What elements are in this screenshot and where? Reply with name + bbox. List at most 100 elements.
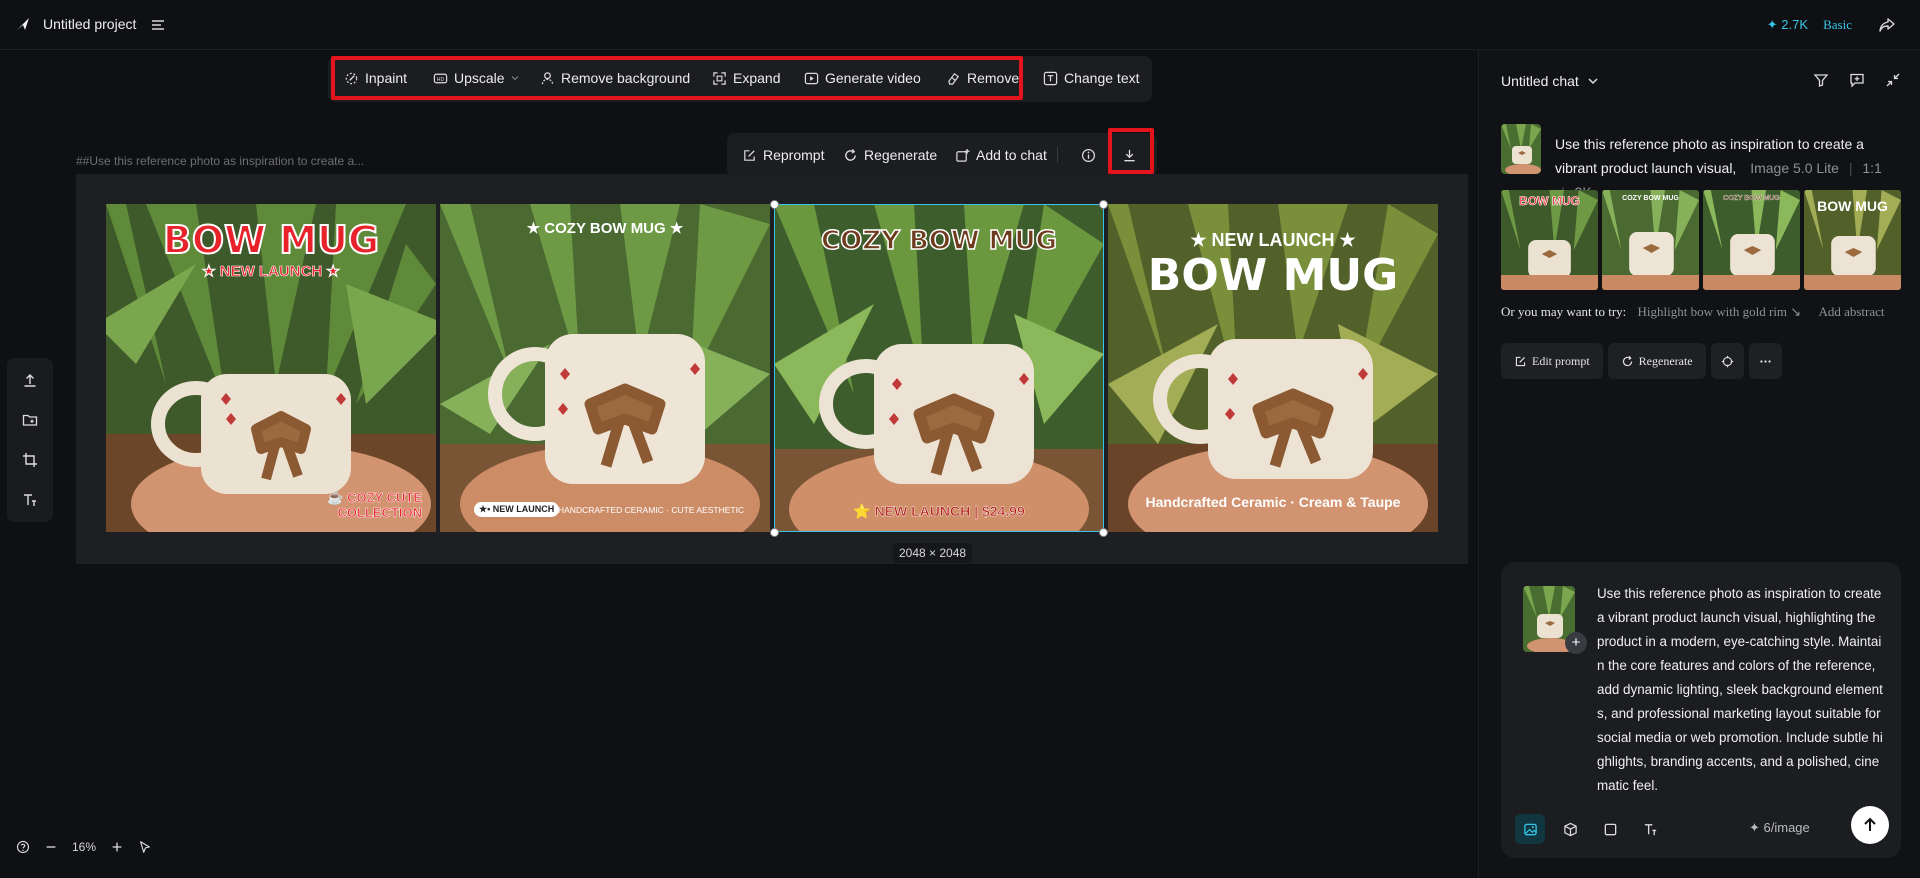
image-3-footer: ⭐ NEW LAUNCH | $24.99 xyxy=(853,503,1025,519)
eraser-icon xyxy=(948,72,960,85)
share-icon[interactable] xyxy=(1878,16,1896,34)
folder-add-icon[interactable] xyxy=(22,412,38,428)
mug-photo-2 xyxy=(440,204,770,532)
suggestions-label: Or you may want to try: xyxy=(1501,304,1627,319)
upscale-icon: HD xyxy=(433,73,448,83)
inpaint-icon xyxy=(345,72,358,84)
action-bar-divider xyxy=(1057,147,1058,163)
crosshair-icon xyxy=(1721,355,1733,367)
help-icon[interactable] xyxy=(16,840,30,854)
result-3-headline: COZY BOW MUG xyxy=(1723,195,1780,202)
canvas-image-1[interactable]: BOW MUG ★ NEW LAUNCH ★ ☕ COZY CUTE COLLE… xyxy=(106,204,436,532)
plan-badge[interactable]: Basic xyxy=(1823,17,1852,33)
suggestions-row: Or you may want to try: Highlight bow wi… xyxy=(1501,304,1901,320)
result-thumbnails: BOW MUG COZY BOW MUG COZY BOW MUG BOW MU… xyxy=(1501,190,1901,290)
prompt-composer: + Use this reference photo as inspiratio… xyxy=(1501,562,1901,858)
add-to-chat-button[interactable]: Add to chat xyxy=(955,147,1047,163)
text-tool-icon xyxy=(1644,823,1656,835)
canvas-image-4[interactable]: ★ NEW LAUNCH ★ BOW MUG Handcrafted Ceram… xyxy=(1108,204,1438,532)
project-title[interactable]: Untitled project xyxy=(43,16,136,32)
more-options-button[interactable] xyxy=(1748,343,1782,379)
pointer-icon[interactable] xyxy=(138,840,152,854)
resize-handle-tl[interactable] xyxy=(770,200,779,209)
target-button[interactable] xyxy=(1710,343,1744,379)
edit-prompt-button[interactable]: Edit prompt xyxy=(1501,343,1603,379)
menu-icon[interactable] xyxy=(150,17,166,33)
info-icon[interactable] xyxy=(1081,148,1096,163)
credits-badge[interactable]: ✦ 2.7K xyxy=(1767,17,1808,33)
chevron-down-icon xyxy=(1588,78,1598,85)
result-4-headline: BOW MUG xyxy=(1817,198,1888,214)
app-root: Untitled project ✦ 2.7K Basic Inpaint HD… xyxy=(0,0,1920,878)
suggestion-chip-2[interactable]: Add abstract xyxy=(1818,304,1884,319)
zoom-level[interactable]: 16% xyxy=(72,840,96,854)
reprompt-button[interactable]: Reprompt xyxy=(742,147,824,163)
meta-divider-1: | xyxy=(1848,160,1853,176)
regenerate-button[interactable]: Regenerate xyxy=(843,147,937,163)
generate-video-button[interactable]: Generate video xyxy=(804,70,921,86)
chat-title: Untitled chat xyxy=(1501,73,1579,89)
remove-button[interactable]: Remove xyxy=(946,70,1019,86)
remove-background-label: Remove background xyxy=(561,70,691,86)
collapse-icon[interactable] xyxy=(1885,72,1901,88)
result-thumbnail-3[interactable]: COZY BOW MUG xyxy=(1703,190,1800,290)
image-1-badge: ☕ COZY CUTE COLLECTION xyxy=(327,490,422,521)
top-bar: Untitled project ✦ 2.7K Basic xyxy=(0,0,1920,50)
result-1-headline: BOW MUG xyxy=(1519,194,1580,209)
edit-prompt-label: Edit prompt xyxy=(1532,353,1590,368)
zoom-in-icon[interactable] xyxy=(110,840,124,854)
image-4-subheadline: BOW MUG xyxy=(1147,250,1399,301)
message-reference-thumbnail[interactable] xyxy=(1501,124,1541,174)
chat-regenerate-button[interactable]: Regenerate xyxy=(1607,343,1706,379)
play-icon xyxy=(804,72,819,84)
image-2-badge: ★• NEW LAUNCH xyxy=(474,502,560,517)
resize-handle-tr[interactable] xyxy=(1099,200,1108,209)
add-attachment-button[interactable]: + xyxy=(1565,632,1587,654)
text-tool-icon[interactable] xyxy=(22,492,38,508)
result-thumbnail-4[interactable]: BOW MUG xyxy=(1804,190,1901,290)
filter-icon[interactable] xyxy=(1813,72,1829,88)
resize-handle-bl[interactable] xyxy=(770,528,779,537)
image-1-subheadline: ★ NEW LAUNCH ★ xyxy=(202,263,340,281)
cube-icon xyxy=(1563,822,1577,836)
arrow-up-icon xyxy=(1864,817,1876,831)
reference-photo xyxy=(1501,124,1541,174)
inpaint-button[interactable]: Inpaint xyxy=(344,70,407,86)
new-chat-icon[interactable] xyxy=(1849,72,1865,88)
model-3d-button[interactable] xyxy=(1555,814,1585,844)
remove-background-button[interactable]: Remove background xyxy=(540,70,690,86)
expand-button[interactable]: Expand xyxy=(712,70,780,86)
result-thumbnail-2[interactable]: COZY BOW MUG xyxy=(1602,190,1699,290)
upscale-button[interactable]: HD Upscale xyxy=(433,70,519,86)
message-actions: Edit prompt Regenerate xyxy=(1501,343,1782,379)
regenerate-label: Regenerate xyxy=(864,147,938,163)
logo-icon[interactable] xyxy=(14,15,32,33)
generate-video-label: Generate video xyxy=(825,70,921,86)
change-text-label: Change text xyxy=(1064,70,1140,86)
result-2-headline: COZY BOW MUG xyxy=(1622,195,1679,202)
crop-frame-icon[interactable] xyxy=(22,452,38,468)
aspect-ratio-button[interactable] xyxy=(1595,814,1625,844)
result-photo-2 xyxy=(1602,190,1699,290)
suggestion-chip-1[interactable]: Highlight bow with gold rim ↘ xyxy=(1638,304,1802,319)
add-chat-icon xyxy=(956,148,970,162)
chat-panel: Untitled chat Use this reference photo a… xyxy=(1478,50,1920,878)
prompt-input[interactable]: Use this reference photo as inspiration … xyxy=(1597,582,1885,798)
image-mode-button[interactable] xyxy=(1515,814,1545,844)
canvas-image-3[interactable]: COZY BOW MUG ⭐ NEW LAUNCH | $24.99 xyxy=(774,204,1104,532)
resize-handle-br[interactable] xyxy=(1099,528,1108,537)
edit-toolbar: Inpaint HD Upscale Remove background Exp… xyxy=(328,56,1152,102)
canvas-image-2[interactable]: ★ COZY BOW MUG ★ ★• NEW LAUNCH HANDCRAFT… xyxy=(440,204,770,532)
model-name: Image 5.0 Lite xyxy=(1750,160,1839,176)
change-text-button[interactable]: Change text xyxy=(1043,70,1140,86)
inpaint-label: Inpaint xyxy=(365,70,408,86)
download-highlight-box xyxy=(1108,128,1154,174)
zoom-out-icon[interactable] xyxy=(44,840,58,854)
chat-title-dropdown[interactable]: Untitled chat xyxy=(1501,73,1599,89)
send-button[interactable] xyxy=(1851,806,1889,844)
result-thumbnail-1[interactable]: BOW MUG xyxy=(1501,190,1598,290)
zoom-controls: 16% xyxy=(16,840,152,854)
text-style-button[interactable] xyxy=(1635,814,1665,844)
upload-icon[interactable] xyxy=(22,372,38,388)
left-tool-rail xyxy=(7,358,53,522)
